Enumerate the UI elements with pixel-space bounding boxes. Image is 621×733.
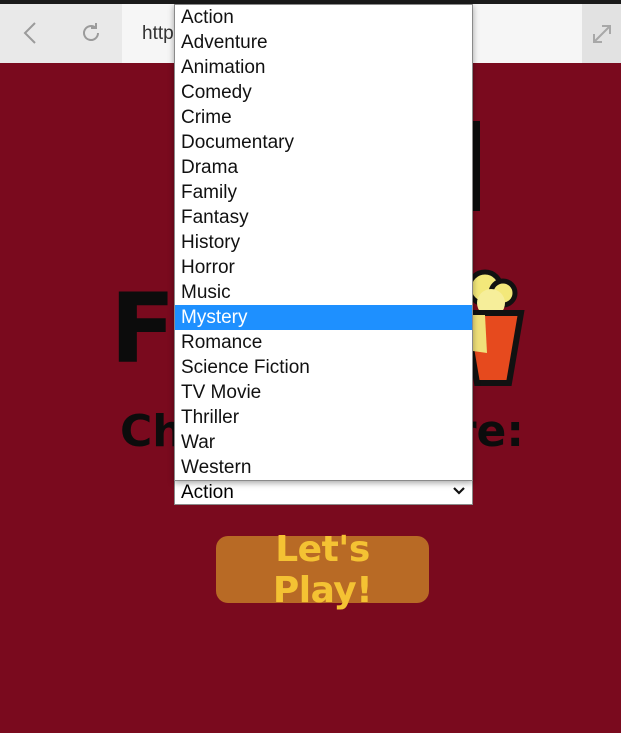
chevron-down-icon (453, 487, 465, 495)
chevron-left-icon (23, 22, 36, 44)
genre-options: Action Adventure Animation Comedy Crime … (175, 5, 472, 480)
genre-option[interactable]: Horror (175, 255, 472, 280)
genre-option[interactable]: TV Movie (175, 380, 472, 405)
genre-option[interactable]: Western (175, 455, 472, 480)
genre-option[interactable]: War (175, 430, 472, 455)
genre-option[interactable]: Family (175, 180, 472, 205)
genre-option[interactable]: Comedy (175, 80, 472, 105)
expand-button[interactable] (582, 4, 621, 63)
genre-option[interactable]: Thriller (175, 405, 472, 430)
url-text: http (142, 23, 174, 44)
back-button[interactable] (14, 16, 48, 50)
genre-option[interactable]: Drama (175, 155, 472, 180)
genre-option[interactable]: Fantasy (175, 205, 472, 230)
genre-option[interactable]: Documentary (175, 130, 472, 155)
genre-option[interactable]: Romance (175, 330, 472, 355)
genre-option[interactable]: Animation (175, 55, 472, 80)
reload-button[interactable] (74, 16, 108, 50)
lets-play-button[interactable]: Let's Play! (216, 529, 429, 611)
genre-option[interactable]: Crime (175, 105, 472, 130)
genre-select-value: Action (181, 482, 234, 503)
genre-option-highlighted[interactable]: Mystery (175, 305, 472, 330)
genre-option[interactable]: Music (175, 280, 472, 305)
genre-option[interactable]: History (175, 230, 472, 255)
genre-select[interactable]: Action (174, 480, 473, 505)
genre-option[interactable]: Action (175, 5, 472, 30)
expand-icon (592, 24, 611, 43)
genre-option[interactable]: Adventure (175, 30, 472, 55)
genre-option[interactable]: Science Fiction (175, 355, 472, 380)
genre-dropdown-list: Action Adventure Animation Comedy Crime … (174, 4, 473, 481)
reload-icon (83, 23, 99, 41)
